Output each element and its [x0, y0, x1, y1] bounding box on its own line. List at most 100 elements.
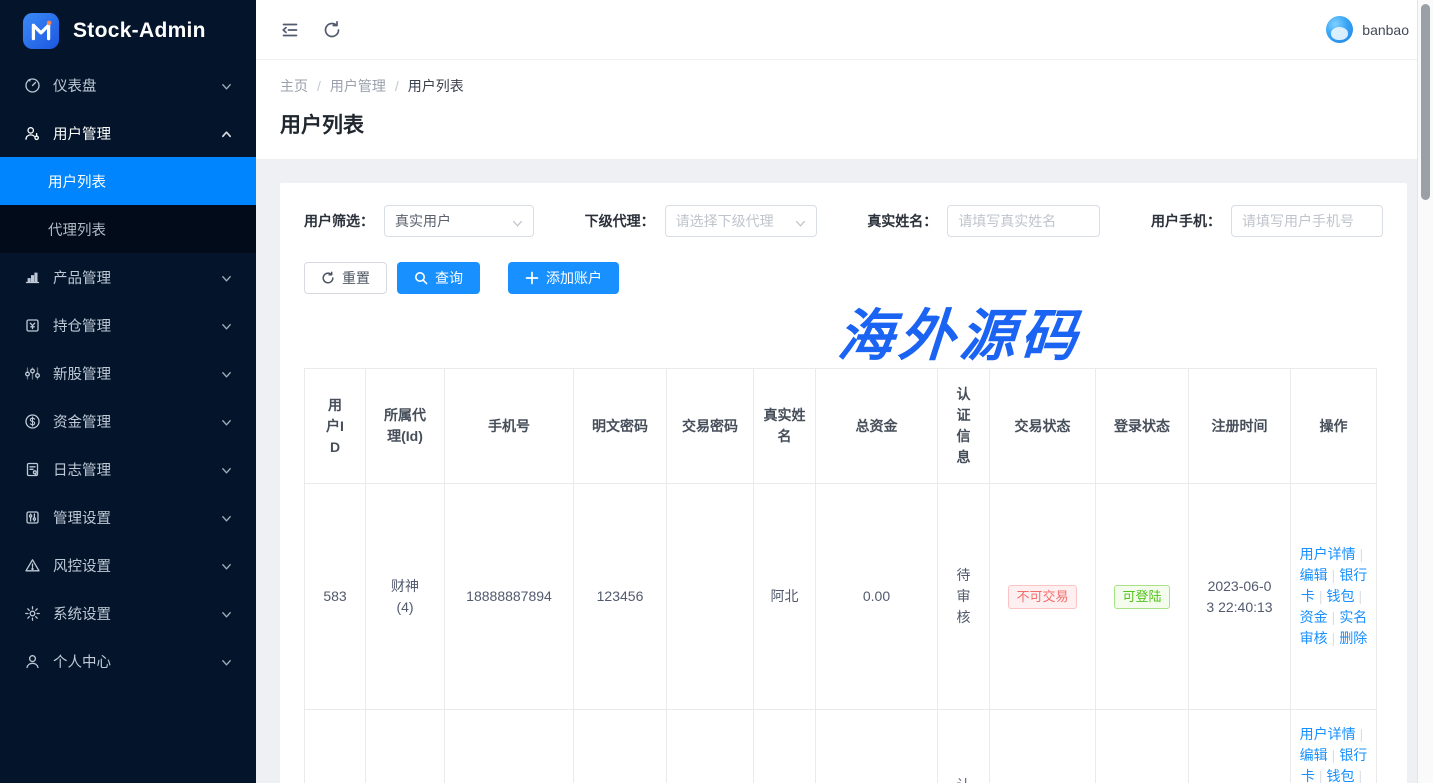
sidebar-item-label: 风控设置: [53, 555, 221, 576]
user-avatar: [1326, 16, 1353, 43]
cell-phone: 18888887894: [445, 484, 574, 710]
username: banbao: [1362, 22, 1409, 38]
cell-actions: 用户详情|编辑|银行卡|钱包|资金|实名审核|删除: [1291, 484, 1377, 710]
action-separator: |: [1332, 567, 1336, 583]
column-header: 操作: [1291, 369, 1377, 484]
table-body: 583财神(4)18888887894123456阿北0.00待审核不可交易可登…: [305, 484, 1377, 783]
cell-trade-password: [667, 710, 754, 783]
action-link-6[interactable]: 删除: [1339, 630, 1367, 646]
reset-icon: [321, 271, 335, 285]
action-link-3[interactable]: 钱包: [1327, 768, 1355, 783]
add-account-button[interactable]: 添加账户: [508, 262, 619, 294]
sidebar-subitem-0[interactable]: 用户列表: [0, 157, 256, 205]
page-title: 用户列表: [280, 109, 1409, 139]
users-table-wrap: 用户ID所属代理(Id)手机号明文密码交易密码真实姓名总资金认证信息交易状态登录…: [304, 368, 1383, 783]
topbar: banbao: [256, 0, 1433, 60]
logs-icon: [24, 461, 41, 478]
breadcrumb-home[interactable]: 主页: [280, 76, 308, 96]
chevron-up-icon: [221, 128, 232, 139]
agent-select[interactable]: 请选择下级代理: [665, 205, 817, 237]
action-link-1[interactable]: 编辑: [1300, 747, 1328, 763]
action-link-0[interactable]: 用户详情: [1300, 726, 1356, 742]
action-link-4[interactable]: 资金: [1300, 609, 1328, 625]
user-type-select[interactable]: 真实用户: [384, 205, 534, 237]
chevron-down-icon: [512, 216, 523, 227]
cell-cert-info: 认: [938, 710, 990, 783]
filter-agent: 下级代理： 请选择下级代理: [585, 205, 817, 237]
breadcrumb-current: 用户列表: [408, 76, 464, 96]
page-scrollbar-track: [1417, 0, 1433, 783]
filter-real-name: 真实姓名：: [867, 205, 1100, 237]
phone-input[interactable]: [1231, 205, 1383, 237]
column-header: 登录状态: [1096, 369, 1189, 484]
refresh-icon[interactable]: [322, 20, 342, 40]
real-name-input[interactable]: [947, 205, 1100, 237]
reset-button[interactable]: 重置: [304, 262, 387, 294]
filter-row: 用户筛选： 真实用户 下级代理： 请选择下级代理: [304, 205, 1383, 237]
column-header: 用户ID: [305, 369, 366, 484]
filter-user-type: 用户筛选： 真实用户: [304, 205, 534, 237]
column-header: 交易状态: [990, 369, 1096, 484]
action-link-1[interactable]: 编辑: [1300, 567, 1328, 583]
chevron-down-icon: [221, 464, 232, 475]
action-link-3[interactable]: 钱包: [1327, 588, 1355, 604]
chevron-down-icon: [221, 512, 232, 523]
sidebar-item-6[interactable]: 日志管理: [0, 445, 256, 493]
search-button[interactable]: 查询: [397, 262, 480, 294]
column-header: 注册时间: [1189, 369, 1291, 484]
cell-cert-info: 待审核: [938, 484, 990, 710]
users-table: 用户ID所属代理(Id)手机号明文密码交易密码真实姓名总资金认证信息交易状态登录…: [304, 368, 1377, 783]
plus-icon: [525, 271, 539, 285]
trade-status-badge: 不可交易: [1008, 585, 1076, 609]
admin-settings-icon: [24, 509, 41, 526]
system-settings-icon: [24, 605, 41, 622]
action-separator: |: [1359, 768, 1363, 783]
action-separator: |: [1332, 630, 1336, 646]
logo-row: Stock-Admin: [0, 0, 256, 61]
sidebar-item-label: 持仓管理: [53, 315, 221, 336]
action-separator: |: [1332, 609, 1336, 625]
sidebar: Stock-Admin 仪表盘用户管理用户列表代理列表产品管理持仓管理新股管理资…: [0, 0, 256, 783]
cell-register-time: 2023-06-03 22:40:13: [1189, 484, 1291, 710]
sidebar-item-9[interactable]: 系统设置: [0, 589, 256, 637]
sidebar-collapse-icon[interactable]: [280, 20, 300, 40]
cell-login-status: [1096, 710, 1189, 783]
filter-phone: 用户手机：: [1151, 205, 1383, 237]
column-header: 认证信息: [938, 369, 990, 484]
sidebar-item-label: 系统设置: [53, 603, 221, 624]
sidebar-item-8[interactable]: 风控设置: [0, 541, 256, 589]
sidebar-item-4[interactable]: 新股管理: [0, 349, 256, 397]
sidebar-item-5[interactable]: 资金管理: [0, 397, 256, 445]
cell-trade-password: [667, 484, 754, 710]
users-icon: [24, 125, 41, 142]
page-scrollbar-thumb[interactable]: [1421, 4, 1430, 200]
login-status-badge: 可登陆: [1114, 585, 1169, 609]
sidebar-item-3[interactable]: 持仓管理: [0, 301, 256, 349]
action-link-0[interactable]: 用户详情: [1300, 546, 1356, 562]
sidebar-item-1[interactable]: 用户管理: [0, 109, 256, 157]
chevron-down-icon: [221, 272, 232, 283]
cell-agent: [366, 710, 445, 783]
table-row: 认用户详情|编辑|银行卡|钱包|资金|实名审核|删除: [305, 710, 1377, 783]
chevron-down-icon: [221, 608, 232, 619]
action-separator: |: [1319, 768, 1323, 783]
cell-total-funds: 0.00: [816, 484, 938, 710]
chevron-down-icon: [221, 320, 232, 331]
breadcrumb-user-management[interactable]: 用户管理: [330, 76, 386, 96]
cell-trade-status: 不可交易: [990, 484, 1096, 710]
cell-user-id: [305, 710, 366, 783]
action-separator: |: [1319, 588, 1323, 604]
sidebar-item-2[interactable]: 产品管理: [0, 253, 256, 301]
sidebar-item-label: 资金管理: [53, 411, 221, 432]
sidebar-item-10[interactable]: 个人中心: [0, 637, 256, 685]
sidebar-subitem-1[interactable]: 代理列表: [0, 205, 256, 253]
sidebar-item-0[interactable]: 仪表盘: [0, 61, 256, 109]
user-menu[interactable]: banbao: [1326, 16, 1409, 43]
action-separator: |: [1360, 726, 1364, 742]
funds-icon: [24, 413, 41, 430]
sidebar-item-7[interactable]: 管理设置: [0, 493, 256, 541]
chevron-down-icon: [221, 656, 232, 667]
profile-icon: [24, 653, 41, 670]
cell-password: 123456: [574, 484, 667, 710]
main-card: 用户筛选： 真实用户 下级代理： 请选择下级代理: [280, 183, 1407, 783]
